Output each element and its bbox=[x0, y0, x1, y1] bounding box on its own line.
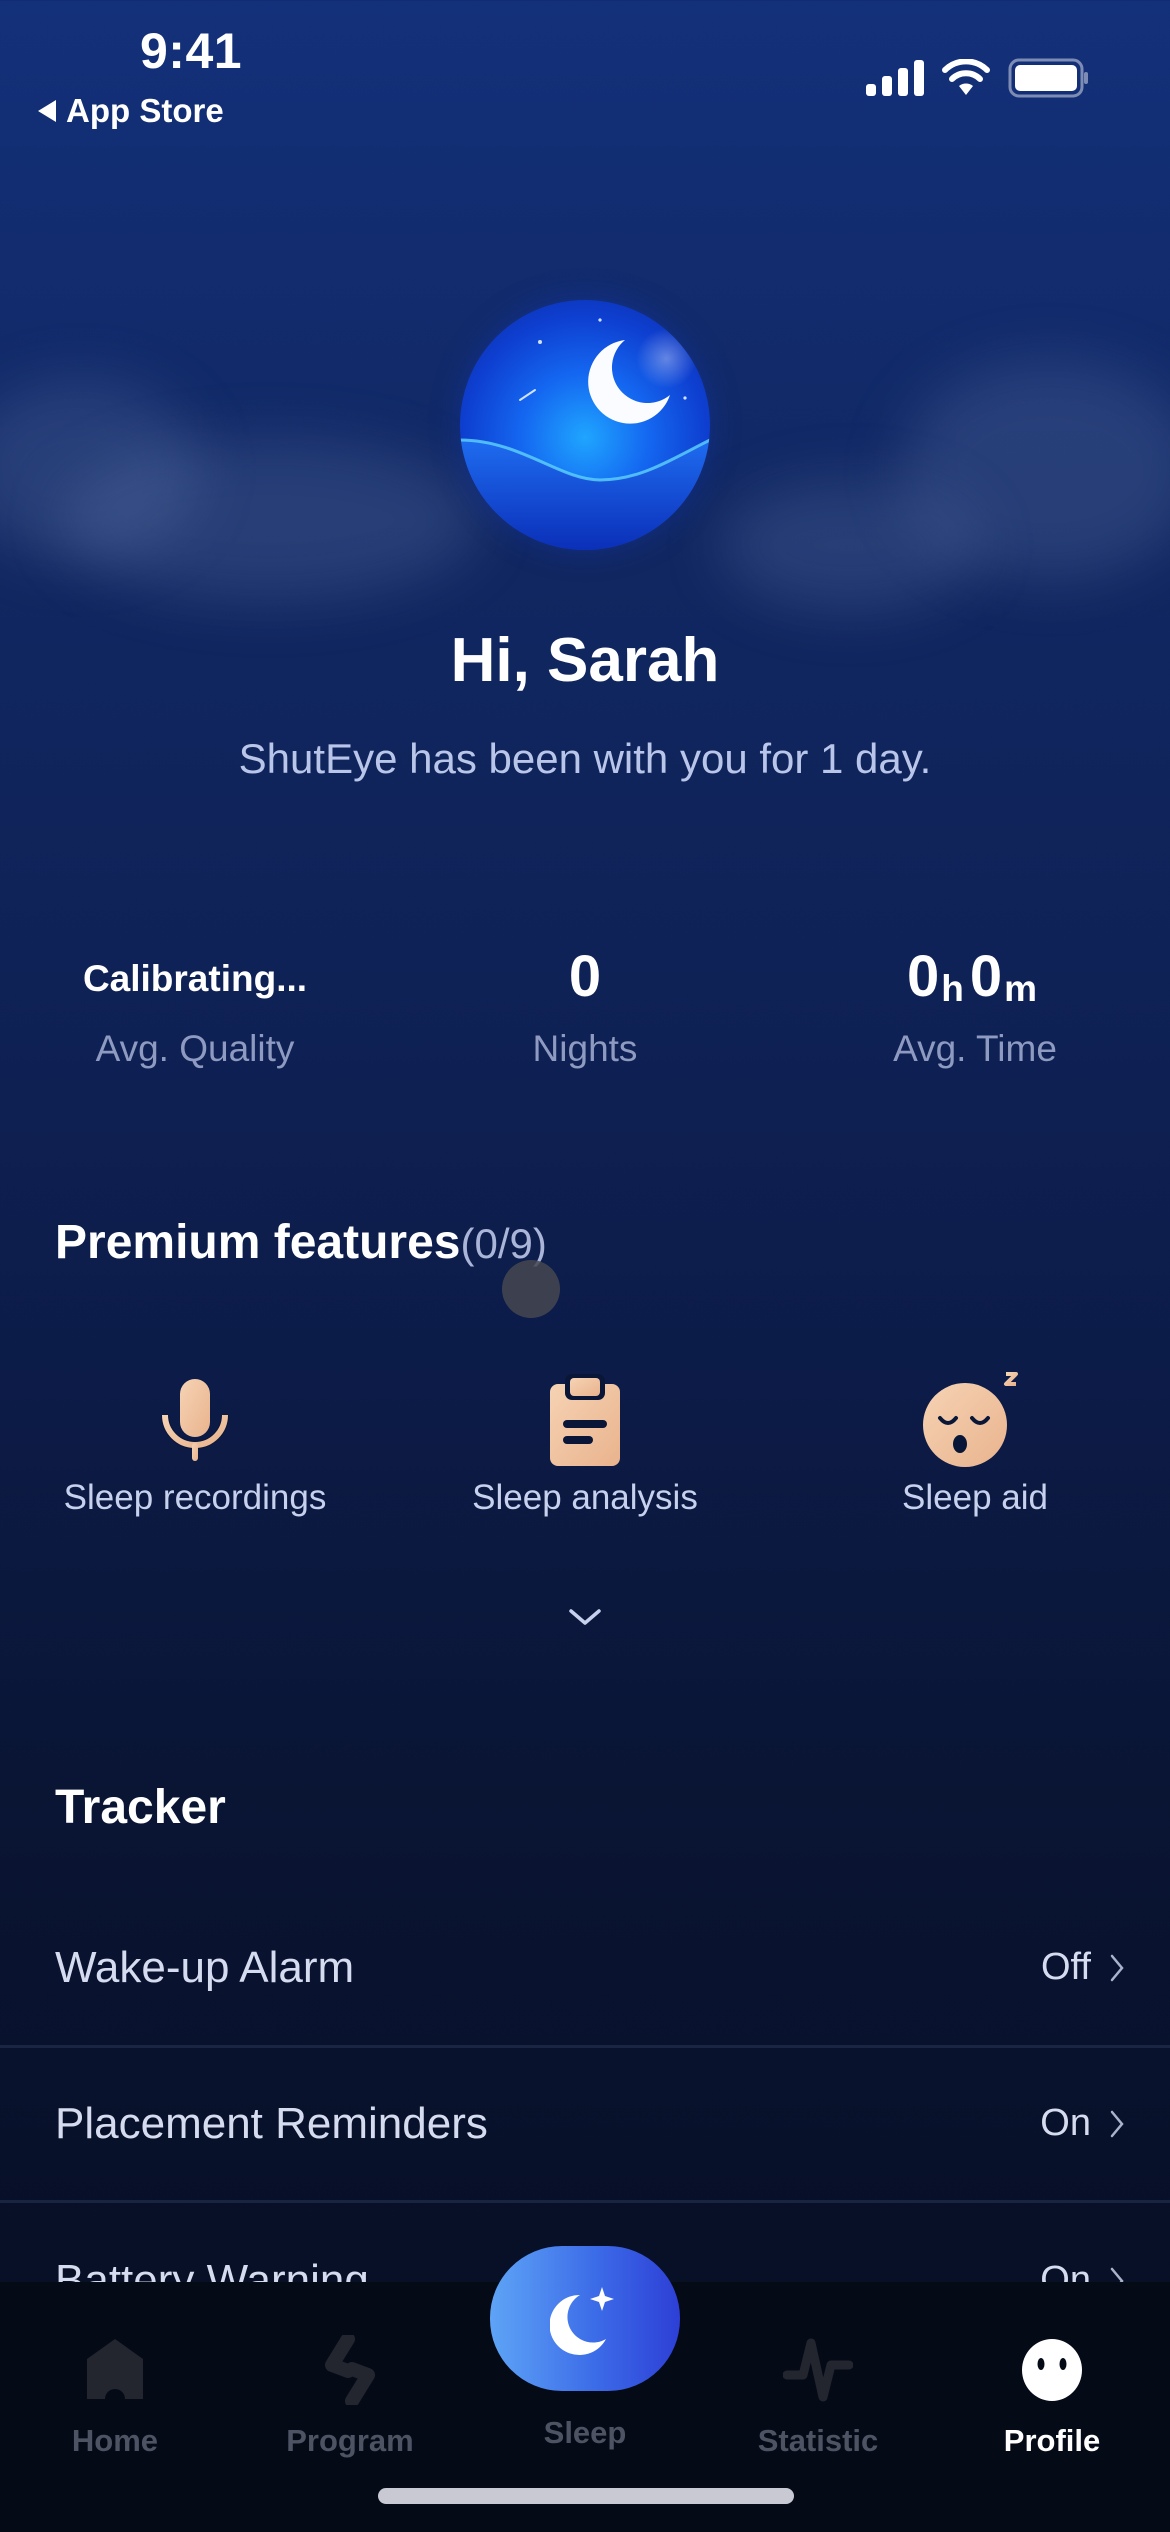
row-label: Wake-up Alarm bbox=[55, 1942, 355, 1992]
microphone-icon bbox=[161, 1379, 229, 1461]
tracker-row-placement-reminders[interactable]: Placement Reminders On bbox=[0, 2046, 1170, 2201]
status-icons bbox=[866, 58, 1090, 98]
feature-label: Sleep analysis bbox=[472, 1478, 698, 1517]
tab-label: Home bbox=[71, 2423, 159, 2458]
chevron-down-icon[interactable] bbox=[565, 1603, 605, 1633]
tab-label: Profile bbox=[1003, 2423, 1101, 2458]
cloud-decoration bbox=[60, 440, 480, 600]
tab-statistic[interactable]: Statistic bbox=[718, 2325, 918, 2459]
hours-unit: h bbox=[941, 968, 964, 1009]
cloud-decoration bbox=[720, 480, 980, 610]
status-time: 9:41 bbox=[140, 23, 243, 79]
premium-features-heading: Premium features(0/9) bbox=[55, 1215, 547, 1270]
sleepy-face-icon bbox=[923, 1372, 1018, 1467]
tracker-heading: Tracker bbox=[55, 1781, 226, 1834]
tab-label: Program bbox=[286, 2423, 414, 2458]
feature-sleep-aid[interactable]: Sleep aid bbox=[780, 1370, 1170, 1518]
tracker-row-wake-up-alarm[interactable]: Wake-up Alarm Off bbox=[0, 1890, 1170, 2045]
cellular-signal-icon bbox=[866, 60, 924, 96]
home-indicator[interactable] bbox=[378, 2488, 794, 2504]
stat-avg-time: 0h0m Avg. Time bbox=[780, 940, 1170, 1070]
program-icon bbox=[325, 2335, 375, 2405]
chevron-right-icon bbox=[1110, 1954, 1124, 1981]
stat-label: Nights bbox=[532, 1028, 638, 1069]
tab-profile[interactable]: Profile bbox=[952, 2325, 1152, 2459]
moon-night-avatar-icon bbox=[460, 318, 710, 550]
feature-label: Sleep recordings bbox=[63, 1478, 327, 1517]
row-value: On bbox=[1040, 2102, 1091, 2144]
back-to-app-store[interactable]: App Store bbox=[38, 92, 224, 130]
stat-value: 0h0m bbox=[780, 940, 1170, 1010]
stat-nights: 0 Nights bbox=[390, 940, 780, 1070]
back-triangle-icon bbox=[38, 100, 56, 122]
avatar[interactable] bbox=[460, 300, 710, 550]
chevron-right-icon bbox=[1110, 2110, 1124, 2137]
stat-label: Avg. Quality bbox=[95, 1028, 295, 1069]
tab-label: Statistic bbox=[757, 2423, 879, 2458]
sleep-button[interactable] bbox=[490, 2246, 680, 2391]
clipboard-icon bbox=[550, 1374, 620, 1466]
tab-sleep[interactable]: Sleep bbox=[485, 2415, 685, 2451]
home-icon bbox=[87, 2339, 143, 2399]
pulse-icon bbox=[783, 2338, 853, 2402]
ghost-face-icon bbox=[1022, 2339, 1082, 2401]
wifi-icon bbox=[942, 59, 990, 95]
row-label: Placement Reminders bbox=[55, 2098, 488, 2148]
feature-sleep-analysis[interactable]: Sleep analysis bbox=[390, 1370, 780, 1518]
greeting: Hi, Sarah bbox=[450, 626, 720, 695]
hours-value: 0 bbox=[906, 944, 940, 1009]
tab-label: Sleep bbox=[543, 2415, 627, 2450]
stat-value: 0 bbox=[568, 944, 602, 1009]
moon-star-icon bbox=[550, 2286, 614, 2355]
row-value: Off bbox=[1041, 1946, 1091, 1988]
stat-value: Calibrating... bbox=[82, 958, 308, 999]
tab-program[interactable]: Program bbox=[250, 2325, 450, 2459]
feature-label: Sleep aid bbox=[902, 1478, 1048, 1517]
stat-avg-quality: Calibrating... Avg. Quality bbox=[0, 940, 390, 1070]
stat-label: Avg. Time bbox=[893, 1028, 1057, 1069]
premium-title: Premium features bbox=[55, 1216, 461, 1269]
minutes-value: 0 bbox=[969, 944, 1003, 1009]
minutes-unit: m bbox=[1004, 968, 1038, 1009]
battery-icon bbox=[1008, 58, 1088, 98]
touch-indicator bbox=[502, 1260, 560, 1318]
feature-sleep-recordings[interactable]: Sleep recordings bbox=[0, 1370, 390, 1518]
back-label: App Store bbox=[66, 92, 224, 129]
tab-home[interactable]: Home bbox=[15, 2325, 215, 2459]
membership-subtitle: ShutEye has been with you for 1 day. bbox=[238, 735, 932, 782]
